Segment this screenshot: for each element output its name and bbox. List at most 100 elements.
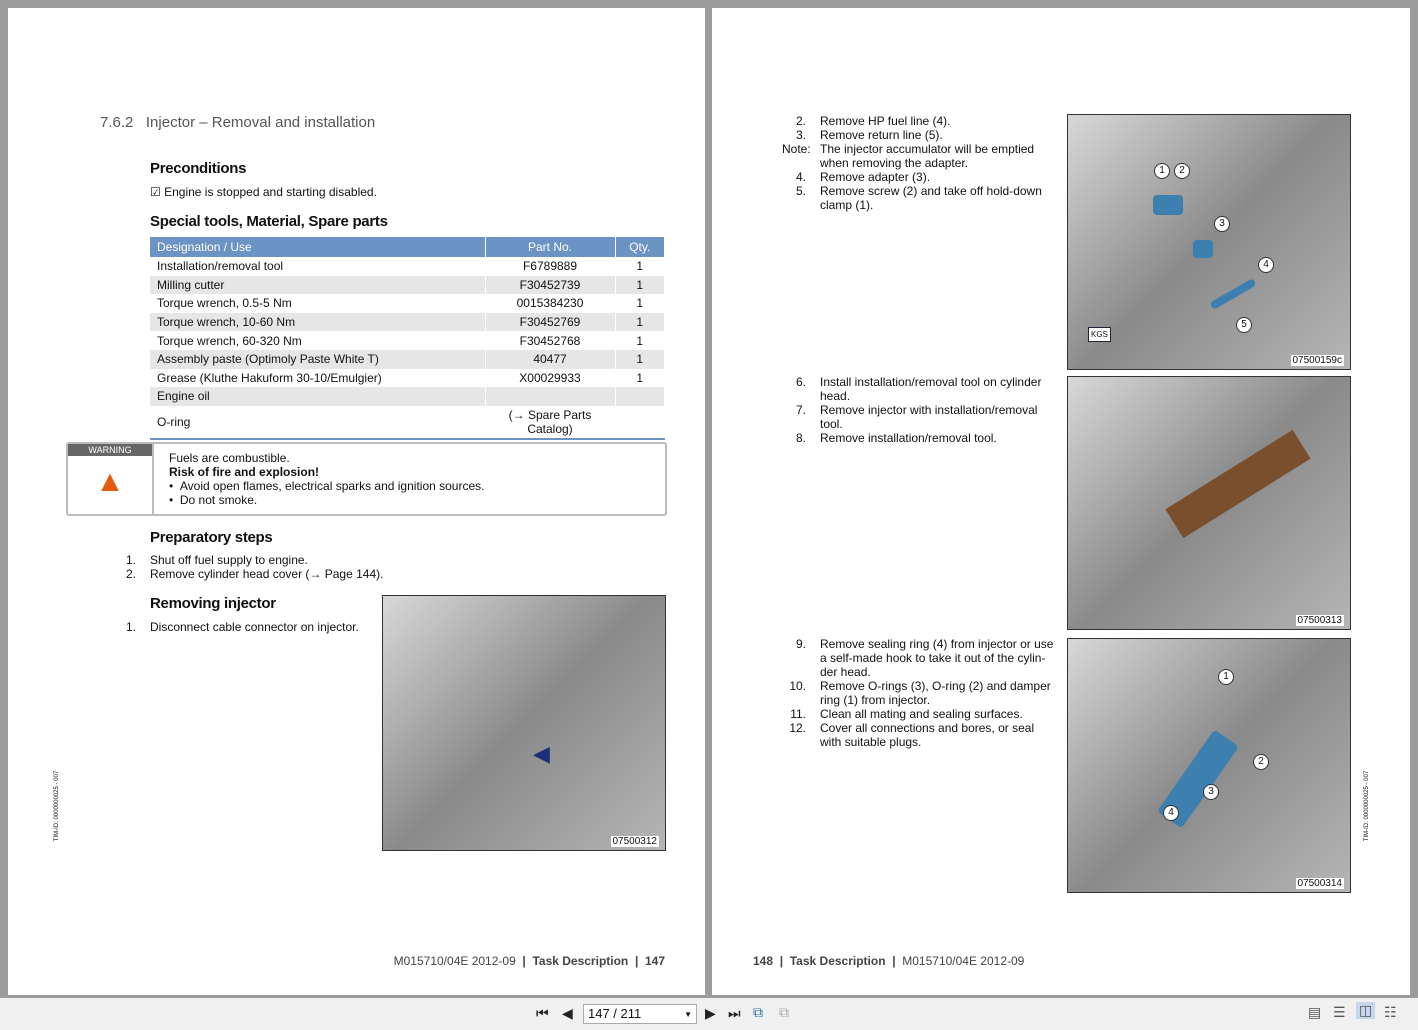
part-no-cell: 0015384230: [485, 294, 615, 313]
prep-heading: Preparatory steps: [150, 529, 272, 546]
single-page-icon[interactable]: ▤: [1308, 1004, 1321, 1021]
table-row: Engine oil: [150, 387, 665, 406]
part-no-cell: [485, 387, 615, 406]
part-no-cell: F30452769: [485, 313, 615, 332]
part-no-cell: F30452768: [485, 331, 615, 350]
tools-heading: Special tools, Material, Spare parts: [150, 213, 388, 230]
qty-cell: 1: [615, 331, 665, 350]
warning-bullet: • Avoid open flames, electrical sparks a…: [169, 479, 484, 493]
part-no-cell: F6789889: [485, 257, 615, 276]
steps-a: 2.Remove HP fuel line (4).3.Remove retur…: [782, 114, 1057, 212]
precondition-text: Engine is stopped and starting disabled.: [164, 185, 377, 199]
step-number: 8.: [782, 431, 820, 445]
page-number: 148: [753, 954, 773, 968]
designation-cell: Grease (Kluthe Hakuform 30-10/Emulgier): [150, 369, 485, 388]
table-row: Milling cutterF304527391: [150, 276, 665, 295]
footer: M015710/04E 2012-09 | Task Description |…: [394, 954, 665, 968]
step-text: Cover all connections and bores, or seal…: [820, 721, 1057, 749]
preconditions-heading: Preconditions: [150, 160, 246, 177]
part-no-cell: F30452739: [485, 276, 615, 295]
step-text: Remove screw (2) and take off hold-down …: [820, 184, 1057, 212]
arrow-icon: ◀: [533, 741, 550, 767]
step-number: 7.: [782, 403, 820, 431]
kgs-label: KGS: [1088, 327, 1111, 342]
right-page: 2.Remove HP fuel line (4).3.Remove retur…: [712, 8, 1410, 995]
step-item: 1.Shut off fuel supply to engine.: [112, 553, 383, 567]
dropdown-icon: ▼: [684, 1010, 692, 1019]
step-number: 6.: [782, 375, 820, 403]
step-item: 10.Remove O-rings (3), O-ring (2) and da…: [782, 679, 1057, 707]
designation-cell: Engine oil: [150, 387, 485, 406]
footer: 148 | Task Description | M015710/04E 201…: [753, 954, 1024, 968]
steps-b: 6.Install installation/removal tool on c…: [782, 375, 1057, 445]
step-number: 1.: [112, 553, 150, 567]
side-id: TIM-ID: 0000000025 - 007: [54, 771, 60, 841]
step-text: Install installation/removal tool on cyl…: [820, 375, 1057, 403]
removing-heading: Removing injector: [150, 595, 276, 612]
qty-cell: 1: [615, 369, 665, 388]
section-number: 7.6.2: [100, 114, 133, 131]
table-row: O-ring(→ Spare Parts Catalog): [150, 406, 665, 439]
table-row: Assembly paste (Optimoly Paste White T)4…: [150, 350, 665, 369]
step-number: Note:: [782, 142, 820, 170]
precondition-item: ☑ Engine is stopped and starting disable…: [150, 185, 377, 199]
designation-cell: Assembly paste (Optimoly Paste White T): [150, 350, 485, 369]
step-text: Remove sealing ring (4) from injector or…: [820, 637, 1057, 679]
continuous-icon[interactable]: ☰: [1333, 1004, 1346, 1021]
warning-label: WARNING: [68, 444, 152, 456]
designation-cell: Torque wrench, 60-320 Nm: [150, 331, 485, 350]
step-item: 2.Remove cylinder head cover (→ Page 144…: [112, 567, 383, 581]
section-title: Injector – Removal and installation: [146, 114, 375, 131]
step-text: Remove HP fuel line (4).: [820, 114, 951, 128]
step-item: 6.Install installation/removal tool on c…: [782, 375, 1057, 403]
figure-id: 07500313: [1296, 615, 1345, 626]
next-view-icon[interactable]: ⧉: [779, 1004, 789, 1021]
step-text: Remove O-rings (3), O-ring (2) and dampe…: [820, 679, 1057, 707]
two-page-continuous-icon[interactable]: ☷: [1384, 1004, 1397, 1021]
next-page-icon[interactable]: ▶: [705, 1005, 716, 1022]
step-text: Remove adapter (3).: [820, 170, 930, 184]
step-text: Remove installation/removal tool.: [820, 431, 997, 445]
first-page-icon[interactable]: ⏮: [536, 1005, 549, 1022]
col-designation: Designation / Use: [150, 237, 485, 257]
two-page-icon[interactable]: ◫: [1356, 1002, 1375, 1019]
figure-id: 07500312: [611, 836, 660, 847]
col-qty: Qty.: [615, 237, 665, 257]
checkbox-icon: ☑: [150, 185, 161, 199]
step-number: 1.: [112, 620, 150, 634]
step-text: Shut off fuel supply to engine.: [150, 553, 308, 567]
step-number: 5.: [782, 184, 820, 212]
designation-cell: Torque wrench, 0.5-5 Nm: [150, 294, 485, 313]
last-page-icon[interactable]: ⏭: [728, 1005, 741, 1022]
warning-line: Fuels are combustible.: [169, 451, 484, 465]
step-item: 4.Remove adapter (3).: [782, 170, 1057, 184]
previous-page-icon[interactable]: ◀: [562, 1005, 573, 1022]
step-text: Remove injector with installation/remova…: [820, 403, 1057, 431]
page-number-field[interactable]: 147 / 211▼: [583, 1004, 697, 1024]
previous-view-icon[interactable]: ⧉: [753, 1004, 763, 1021]
step-item: 2.Remove HP fuel line (4).: [782, 114, 1057, 128]
step-item: 5.Remove screw (2) and take off hold-dow…: [782, 184, 1057, 212]
figure-fuel-lines: 12345 KGS 07500159c: [1067, 114, 1351, 370]
part-no-cell: (→ Spare Parts Catalog): [485, 406, 615, 439]
step-number: 4.: [782, 170, 820, 184]
part-no-cell: 40477: [485, 350, 615, 369]
qty-cell: 1: [615, 313, 665, 332]
qty-cell: [615, 406, 665, 439]
page-number: 147: [645, 954, 665, 968]
step-number: 2.: [112, 567, 150, 581]
step-number: 10.: [782, 679, 820, 707]
warning-risk: Risk of fire and explosion!: [169, 465, 484, 479]
step-text: The injector accumulator will be emptied…: [820, 142, 1057, 170]
section-heading: 7.6.2 Injector – Removal and installatio…: [100, 114, 375, 131]
warning-triangle-icon: ▲: [68, 456, 152, 508]
left-page: 7.6.2 Injector – Removal and installatio…: [8, 8, 705, 995]
figure-injector-seals: 1234 07500314: [1067, 638, 1351, 893]
designation-cell: O-ring: [150, 406, 485, 439]
warning-side: WARNING ▲: [68, 444, 154, 514]
figure-injector-location: ◀ 07500312: [382, 595, 666, 851]
qty-cell: 1: [615, 276, 665, 295]
step-number: 3.: [782, 128, 820, 142]
step-text: Clean all mating and sealing surfaces.: [820, 707, 1023, 721]
table-row: Torque wrench, 0.5-5 Nm00153842301: [150, 294, 665, 313]
